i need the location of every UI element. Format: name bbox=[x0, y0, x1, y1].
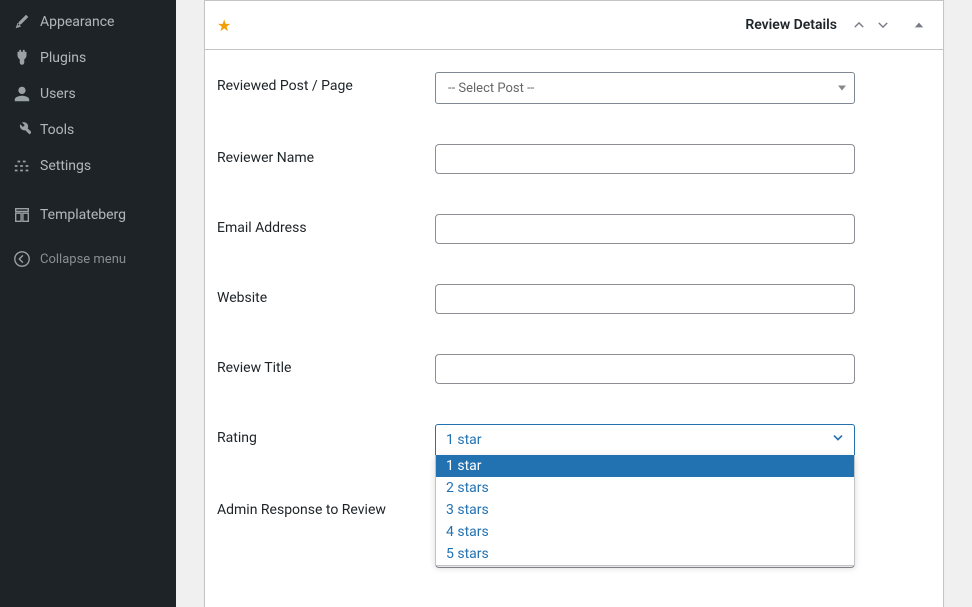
label-website: Website bbox=[217, 284, 435, 306]
panel-header: ★ Review Details bbox=[205, 1, 943, 50]
sidebar-item-users[interactable]: Users bbox=[0, 76, 176, 112]
sidebar-label: Collapse menu bbox=[40, 252, 126, 267]
panel-body: Reviewed Post / Page -- Select Post -- R… bbox=[205, 50, 943, 607]
sidebar-label: Tools bbox=[40, 122, 74, 138]
toggle-panel-icon[interactable] bbox=[907, 13, 931, 37]
rating-option-5[interactable]: 5 stars bbox=[436, 543, 854, 565]
label-review-title: Review Title bbox=[217, 354, 435, 376]
rating-selected-value: 1 star bbox=[446, 432, 482, 448]
select-post-dropdown[interactable]: -- Select Post -- bbox=[435, 72, 855, 104]
label-reviewed-post: Reviewed Post / Page bbox=[217, 72, 435, 94]
row-reviewed-post: Reviewed Post / Page -- Select Post -- bbox=[217, 66, 931, 124]
rating-dropdown-list: 1 star 2 stars 3 stars 4 stars 5 stars bbox=[435, 455, 855, 566]
users-icon bbox=[12, 84, 32, 104]
templateberg-icon bbox=[12, 205, 32, 225]
sidebar-label: Plugins bbox=[40, 50, 86, 66]
row-reviewer-name: Reviewer Name bbox=[217, 124, 931, 194]
review-details-panel: ★ Review Details Reviewed Post / Page --… bbox=[204, 0, 944, 607]
sidebar-item-appearance[interactable]: Appearance bbox=[0, 4, 176, 40]
settings-icon bbox=[12, 156, 32, 176]
row-email: Email Address bbox=[217, 194, 931, 264]
reviewer-name-input[interactable] bbox=[435, 144, 855, 174]
sidebar-label: Appearance bbox=[40, 14, 114, 30]
row-website: Website bbox=[217, 264, 931, 334]
website-input[interactable] bbox=[435, 284, 855, 314]
email-input[interactable] bbox=[435, 214, 855, 244]
sidebar-collapse[interactable]: Collapse menu bbox=[0, 241, 176, 277]
label-admin-response: Admin Response to Review bbox=[217, 496, 435, 518]
sidebar-item-plugins[interactable]: Plugins bbox=[0, 40, 176, 76]
label-email: Email Address bbox=[217, 214, 435, 236]
rating-option-3[interactable]: 3 stars bbox=[436, 499, 854, 521]
panel-title: Review Details bbox=[745, 17, 837, 33]
caret-down-icon bbox=[838, 86, 846, 91]
row-rating: Rating 1 star 1 star 2 stars 3 stars 4 s… bbox=[217, 404, 931, 476]
admin-sidebar: Appearance Plugins Users Tools Settings … bbox=[0, 0, 176, 607]
star-icon: ★ bbox=[217, 16, 231, 35]
appearance-icon bbox=[12, 12, 32, 32]
rating-select[interactable]: 1 star bbox=[435, 424, 855, 456]
label-reviewer-name: Reviewer Name bbox=[217, 144, 435, 166]
chevron-down-icon bbox=[830, 430, 846, 450]
move-down-icon[interactable] bbox=[871, 13, 895, 37]
sidebar-item-templateberg[interactable]: Templateberg bbox=[0, 190, 176, 233]
rating-option-2[interactable]: 2 stars bbox=[436, 477, 854, 499]
select-post-placeholder: -- Select Post -- bbox=[448, 81, 534, 96]
sidebar-label: Settings bbox=[40, 158, 91, 174]
label-rating: Rating bbox=[217, 424, 435, 446]
sidebar-item-tools[interactable]: Tools bbox=[0, 112, 176, 148]
row-review-title: Review Title bbox=[217, 334, 931, 404]
main-content: ★ Review Details Reviewed Post / Page --… bbox=[176, 0, 972, 607]
sidebar-label: Templateberg bbox=[40, 207, 126, 223]
rating-option-4[interactable]: 4 stars bbox=[436, 521, 854, 543]
rating-option-1[interactable]: 1 star bbox=[436, 455, 854, 477]
plugins-icon bbox=[12, 48, 32, 68]
sidebar-label: Users bbox=[40, 86, 76, 102]
review-title-input[interactable] bbox=[435, 354, 855, 384]
move-up-icon[interactable] bbox=[847, 13, 871, 37]
tools-icon bbox=[12, 120, 32, 140]
sidebar-item-settings[interactable]: Settings bbox=[0, 148, 176, 184]
collapse-icon bbox=[12, 249, 32, 269]
